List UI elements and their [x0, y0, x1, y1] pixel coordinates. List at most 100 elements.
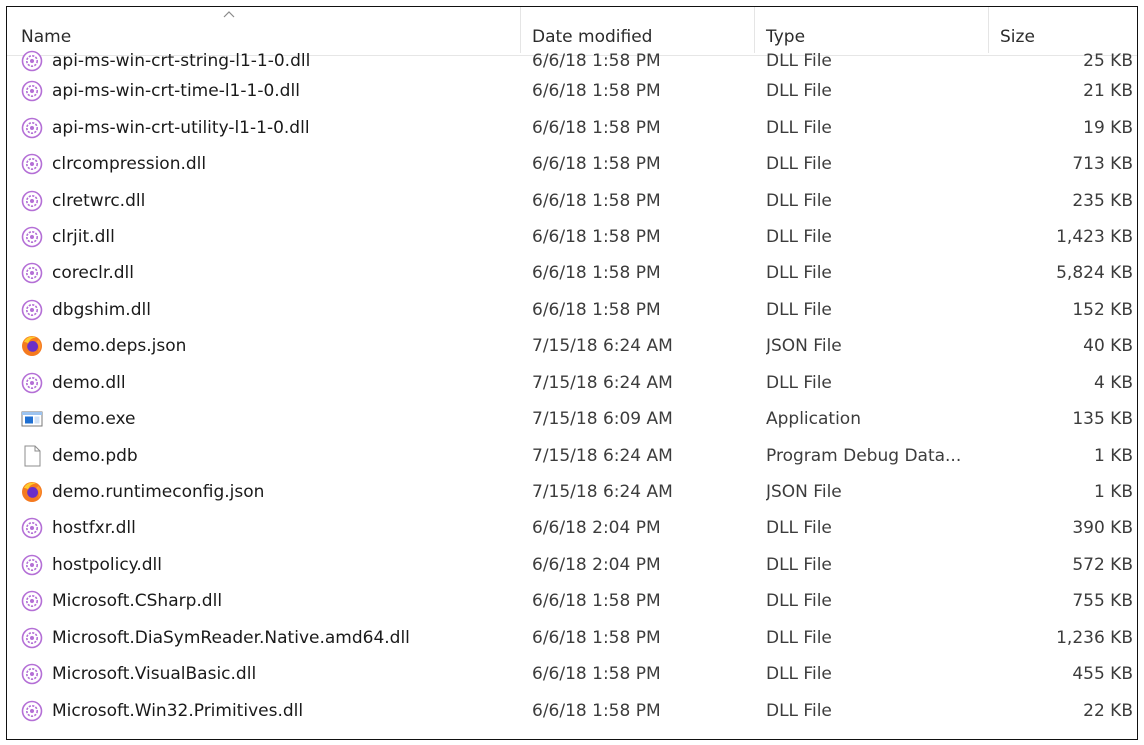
blank-file-icon — [21, 445, 43, 467]
file-name-cell[interactable]: clretwrc.dll — [21, 182, 521, 218]
file-size: 755 KB — [1072, 591, 1133, 612]
sort-ascending-arrow-icon[interactable] — [223, 10, 235, 18]
file-size: 1,423 KB — [1056, 226, 1133, 247]
file-name-cell[interactable]: Microsoft.CSharp.dll — [21, 583, 521, 619]
dll-gear-icon — [21, 80, 43, 102]
file-date-modified: 6/6/18 1:58 PM — [532, 226, 661, 247]
file-row[interactable]: Microsoft.DiaSymReader.Native.amd64.dll 6… — [7, 620, 1137, 656]
file-size: 22 KB — [1083, 700, 1133, 721]
file-date-modified: 6/6/18 1:58 PM — [532, 81, 661, 102]
file-size: 1 KB — [1093, 445, 1133, 466]
dll-gear-icon — [21, 226, 43, 248]
file-name-cell[interactable]: coreclr.dll — [21, 255, 521, 291]
file-row[interactable]: demo.exe 7/15/18 6:09 AM Application 135 KB — [7, 401, 1137, 437]
file-row[interactable]: clrcompression.dll 6/6/18 1:58 PM DLL File… — [7, 146, 1137, 182]
file-row[interactable]: api-ms-win-crt-string-l1-1-0.dll 6/6/18 1… — [7, 49, 1137, 73]
file-date-modified: 6/6/18 1:58 PM — [532, 700, 661, 721]
dll-gear-icon — [21, 299, 43, 321]
file-date-modified: 6/6/18 2:04 PM — [532, 518, 661, 539]
file-size: 40 KB — [1083, 336, 1133, 357]
file-name-cell[interactable]: Microsoft.Win32.Primitives.dll — [21, 692, 521, 728]
dll-gear-icon — [21, 262, 43, 284]
file-row[interactable]: Microsoft.CSharp.dll 6/6/18 1:58 PM DLL Fi… — [7, 583, 1137, 619]
file-name: coreclr.dll — [52, 263, 134, 284]
file-explorer-details-view: Name Date modified Type Size api-ms-win-… — [6, 6, 1138, 740]
file-date-modified: 6/6/18 1:58 PM — [532, 51, 661, 71]
dll-gear-icon — [21, 50, 43, 72]
file-name-cell[interactable]: demo.dll — [21, 365, 521, 401]
file-row[interactable]: Microsoft.VisualBasic.dll 6/6/18 1:58 PM D… — [7, 656, 1137, 692]
column-header-name[interactable]: Name — [21, 23, 71, 51]
file-row[interactable]: demo.runtimeconfig.json 7/15/18 6:24 AM JS… — [7, 474, 1137, 510]
dll-gear-icon — [21, 117, 43, 139]
column-divider[interactable] — [520, 7, 521, 53]
file-size: 1,236 KB — [1056, 627, 1133, 648]
application-icon — [21, 408, 43, 430]
file-size: 235 KB — [1072, 190, 1133, 211]
file-row[interactable]: clrjit.dll 6/6/18 1:58 PM DLL File 1,423 KB — [7, 219, 1137, 255]
file-name: api-ms-win-crt-utility-l1-1-0.dll — [52, 117, 310, 138]
file-name: demo.pdb — [52, 445, 138, 466]
file-name-cell[interactable]: dbgshim.dll — [21, 292, 521, 328]
file-row[interactable]: demo.dll 7/15/18 6:24 AM DLL File 4 KB — [7, 365, 1137, 401]
file-name-cell[interactable]: api-ms-win-crt-string-l1-1-0.dll — [21, 49, 521, 73]
file-row[interactable]: demo.deps.json 7/15/18 6:24 AM JSON File 40… — [7, 328, 1137, 364]
file-row[interactable]: clretwrc.dll 6/6/18 1:58 PM DLL File 235 KB — [7, 182, 1137, 218]
column-header-date-modified[interactable]: Date modified — [532, 23, 652, 51]
file-name-cell[interactable]: Microsoft.VisualBasic.dll — [21, 656, 521, 692]
file-size: 19 KB — [1083, 117, 1133, 138]
file-type: DLL File — [766, 263, 832, 284]
file-name-cell[interactable]: clrcompression.dll — [21, 146, 521, 182]
file-type: DLL File — [766, 51, 832, 71]
file-row[interactable]: Microsoft.Win32.Primitives.dll 6/6/18 1:5… — [7, 692, 1137, 728]
file-name: demo.runtimeconfig.json — [52, 482, 265, 503]
file-row[interactable]: hostpolicy.dll 6/6/18 2:04 PM DLL File 572 … — [7, 547, 1137, 583]
file-name: clrcompression.dll — [52, 154, 207, 175]
file-name-cell[interactable]: Microsoft.DiaSymReader.Native.amd64.dll — [21, 620, 521, 656]
file-name-cell[interactable]: clrjit.dll — [21, 219, 521, 255]
file-date-modified: 6/6/18 1:58 PM — [532, 664, 661, 685]
dll-gear-icon — [21, 153, 43, 175]
file-size: 4 KB — [1093, 372, 1133, 393]
file-size: 390 KB — [1072, 518, 1133, 539]
file-date-modified: 6/6/18 1:58 PM — [532, 117, 661, 138]
file-name: clrjit.dll — [52, 226, 115, 247]
file-row[interactable]: hostfxr.dll 6/6/18 2:04 PM DLL File 390 KB — [7, 510, 1137, 546]
file-date-modified: 6/6/18 1:58 PM — [532, 154, 661, 175]
file-name: hostpolicy.dll — [52, 554, 162, 575]
file-name-cell[interactable]: hostfxr.dll — [21, 510, 521, 546]
dll-gear-icon — [21, 372, 43, 394]
file-name-cell[interactable]: hostpolicy.dll — [21, 547, 521, 583]
file-size: 713 KB — [1072, 154, 1133, 175]
file-size: 135 KB — [1072, 409, 1133, 430]
column-header-size[interactable]: Size — [1000, 23, 1035, 51]
file-type: DLL File — [766, 154, 832, 175]
file-type: DLL File — [766, 299, 832, 320]
file-name-cell[interactable]: api-ms-win-crt-time-l1-1-0.dll — [21, 73, 521, 109]
column-divider[interactable] — [754, 7, 755, 53]
file-date-modified: 6/6/18 1:58 PM — [532, 591, 661, 612]
firefox-icon — [21, 335, 43, 357]
column-header-type[interactable]: Type — [766, 23, 805, 51]
file-row[interactable]: demo.pdb 7/15/18 6:24 AM Program Debug Dat… — [7, 437, 1137, 473]
file-name: Microsoft.CSharp.dll — [52, 591, 223, 612]
file-name-cell[interactable]: api-ms-win-crt-utility-l1-1-0.dll — [21, 109, 521, 145]
file-row[interactable]: dbgshim.dll 6/6/18 1:58 PM DLL File 152 KB — [7, 292, 1137, 328]
file-type: DLL File — [766, 190, 832, 211]
dll-gear-icon — [21, 517, 43, 539]
file-row[interactable]: coreclr.dll 6/6/18 1:58 PM DLL File 5,824 K… — [7, 255, 1137, 291]
file-name: dbgshim.dll — [52, 299, 151, 320]
file-date-modified: 6/6/18 1:58 PM — [532, 299, 661, 320]
file-name-cell[interactable]: demo.deps.json — [21, 328, 521, 364]
file-date-modified: 7/15/18 6:24 AM — [532, 445, 673, 466]
column-divider[interactable] — [988, 7, 989, 53]
file-name: Microsoft.Win32.Primitives.dll — [52, 700, 304, 721]
file-type: JSON File — [766, 482, 842, 503]
dll-gear-icon — [21, 554, 43, 576]
file-name-cell[interactable]: demo.pdb — [21, 437, 521, 473]
file-row[interactable]: api-ms-win-crt-time-l1-1-0.dll 6/6/18 1:5… — [7, 73, 1137, 109]
file-row[interactable]: api-ms-win-crt-utility-l1-1-0.dll 6/6/18 … — [7, 109, 1137, 145]
file-name-cell[interactable]: demo.runtimeconfig.json — [21, 474, 521, 510]
file-name-cell[interactable]: demo.exe — [21, 401, 521, 437]
file-name: Microsoft.DiaSymReader.Native.amd64.dll — [52, 627, 410, 648]
